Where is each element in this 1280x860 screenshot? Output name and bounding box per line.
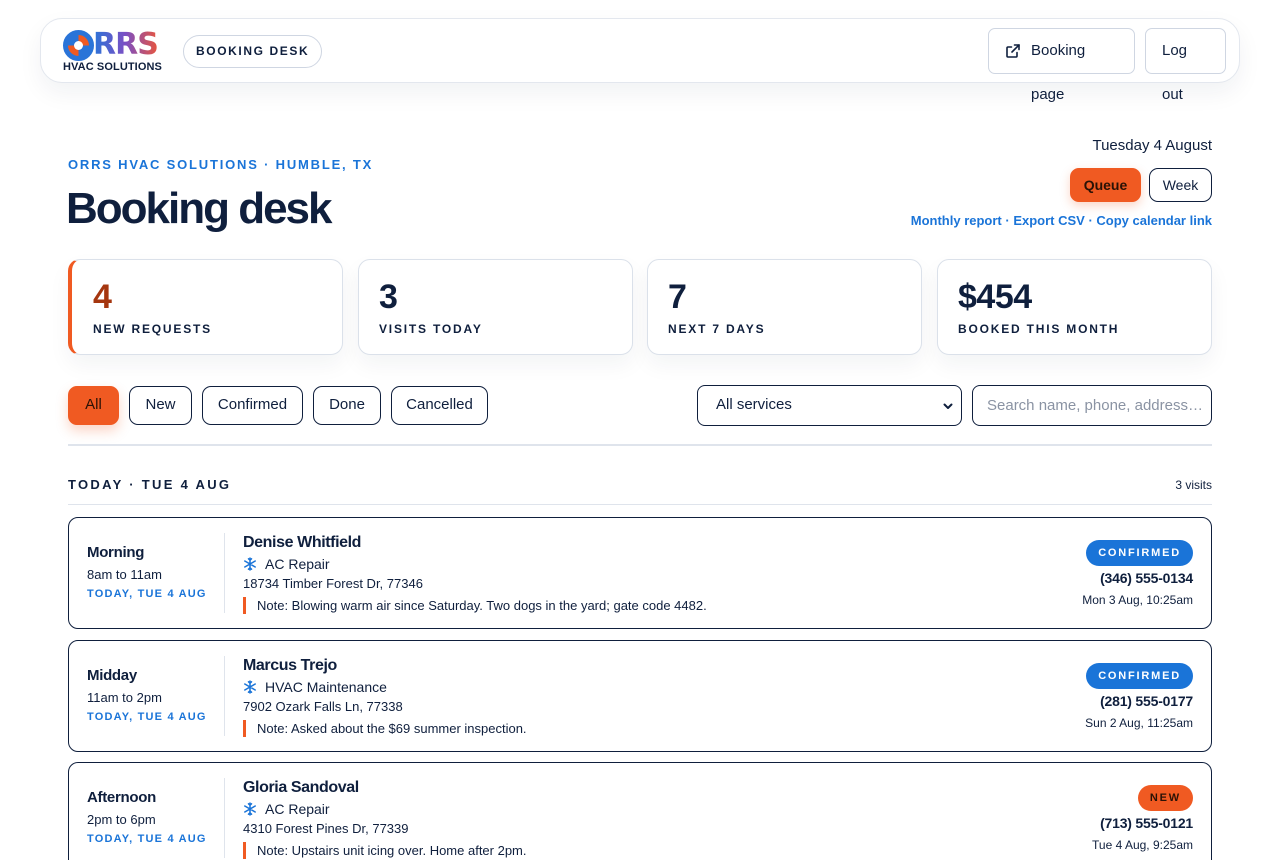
stat-label: NEXT 7 DAYS — [668, 322, 766, 336]
export-csv-link[interactable]: Export CSV — [1013, 213, 1085, 228]
filter-all[interactable]: All — [68, 386, 119, 425]
stat-visits-today: 3 VISITS TODAY — [358, 259, 633, 355]
snowflake-icon — [244, 680, 256, 694]
booking-card[interactable]: Morning 8am to 11am TODAY, TUE 4 AUG Den… — [68, 517, 1212, 629]
stat-label: VISITS TODAY — [379, 322, 483, 336]
slot-time: 8am to 11am — [87, 567, 162, 582]
service-select-value: All services — [716, 396, 792, 413]
snowflake-icon — [244, 802, 256, 816]
customer-phone[interactable]: (346) 555-0134 — [1100, 570, 1193, 586]
card-divider — [224, 533, 225, 613]
booking-note: Note: Upstairs unit icing over. Home aft… — [243, 842, 527, 859]
filter-done[interactable]: Done — [313, 386, 381, 425]
chevron-down-icon — [943, 403, 953, 409]
booking-note: Note: Asked about the $69 summer inspect… — [243, 720, 527, 737]
slot-name: Morning — [87, 544, 145, 561]
filter-new[interactable]: New — [129, 386, 192, 425]
service-label: AC Repair — [265, 556, 330, 572]
service-label: AC Repair — [265, 801, 330, 817]
logout-button[interactable]: Log out — [1145, 28, 1226, 103]
stat-value: 4 — [93, 278, 112, 316]
service-type: HVAC Maintenance — [243, 679, 387, 695]
stat-value: 3 — [379, 278, 398, 316]
top-bar: RRS HVAC SOLUTIONS BOOKING DESK Booking … — [40, 18, 1240, 103]
link-separator: · — [1001, 213, 1014, 228]
search-input[interactable] — [972, 385, 1212, 426]
snowflake-icon — [244, 557, 256, 571]
card-divider — [224, 778, 225, 858]
slot-day: TODAY, TUE 4 AUG — [87, 711, 207, 723]
stat-booked-this-month: $454 BOOKED THIS MONTH — [937, 259, 1212, 355]
stat-label: BOOKED THIS MONTH — [958, 322, 1120, 336]
status-badge: CONFIRMED — [1086, 540, 1193, 566]
brand-wordmark: RRS — [93, 27, 159, 62]
stat-label: NEW REQUESTS — [93, 322, 212, 336]
filter-cancelled[interactable]: Cancelled — [391, 386, 488, 425]
report-links: Monthly report · Export CSV · Copy calen… — [911, 213, 1212, 228]
slot-day: TODAY, TUE 4 AUG — [87, 588, 207, 600]
created-timestamp: Tue 4 Aug, 9:25am — [1092, 838, 1193, 852]
stat-new-requests: 4 NEW REQUESTS — [68, 259, 343, 355]
section-divider — [68, 504, 1212, 505]
booking-page-label: Booking page — [1031, 42, 1086, 103]
section-count: 3 visits — [1175, 478, 1212, 492]
customer-address: 4310 Forest Pines Dr, 77339 — [243, 821, 409, 836]
slot-day: TODAY, TUE 4 AUG — [87, 833, 207, 845]
orrs-logo-icon — [63, 30, 94, 61]
card-divider — [224, 656, 225, 736]
customer-address: 7902 Ozark Falls Ln, 77338 — [243, 699, 403, 714]
booking-card[interactable]: Afternoon 2pm to 6pm TODAY, TUE 4 AUG Gl… — [68, 762, 1212, 860]
customer-name: Marcus Trejo — [243, 657, 337, 674]
monthly-report-link[interactable]: Monthly report — [911, 213, 1002, 228]
slot-time: 11am to 2pm — [87, 690, 162, 705]
filter-confirmed[interactable]: Confirmed — [202, 386, 303, 425]
view-queue-button[interactable]: Queue — [1070, 168, 1141, 202]
filter-divider — [68, 444, 1212, 446]
service-type: AC Repair — [243, 801, 330, 817]
customer-phone[interactable]: (281) 555-0177 — [1100, 693, 1193, 709]
section-title: TODAY · TUE 4 AUG — [68, 477, 232, 492]
booking-card[interactable]: Midday 11am to 2pm TODAY, TUE 4 AUG Marc… — [68, 640, 1212, 752]
created-timestamp: Sun 2 Aug, 11:25am — [1085, 716, 1193, 730]
view-week-button[interactable]: Week — [1149, 168, 1212, 202]
stat-value: $454 — [958, 278, 1032, 316]
created-timestamp: Mon 3 Aug, 10:25am — [1082, 593, 1193, 607]
stat-value: 7 — [668, 278, 687, 316]
copy-calendar-link[interactable]: Copy calendar link — [1096, 213, 1212, 228]
booking-note: Note: Blowing warm air since Saturday. T… — [243, 597, 707, 614]
status-badge: NEW — [1137, 785, 1193, 811]
customer-name: Gloria Sandoval — [243, 779, 359, 796]
customer-name: Denise Whitfield — [243, 534, 362, 551]
brand-logo[interactable]: RRS HVAC SOLUTIONS — [63, 27, 171, 74]
brand-subtitle: HVAC SOLUTIONS — [63, 61, 162, 73]
slot-name: Afternoon — [87, 789, 156, 806]
customer-phone[interactable]: (713) 555-0121 — [1100, 815, 1193, 831]
service-label: HVAC Maintenance — [265, 679, 387, 695]
status-badge: CONFIRMED — [1086, 663, 1193, 689]
current-date: Tuesday 4 August — [1092, 137, 1212, 154]
business-eyebrow: ORRS HVAC SOLUTIONS · HUMBLE, TX — [68, 157, 374, 172]
stat-next-7-days: 7 NEXT 7 DAYS — [647, 259, 922, 355]
booking-desk-pill: BOOKING DESK — [183, 35, 323, 68]
link-separator: · — [1084, 213, 1097, 228]
service-type: AC Repair — [243, 556, 330, 572]
external-link-icon — [1006, 44, 1020, 58]
customer-address: 18734 Timber Forest Dr, 77346 — [243, 576, 423, 591]
service-select[interactable]: All services — [697, 385, 962, 426]
slot-name: Midday — [87, 667, 137, 684]
page-title: Booking desk — [66, 184, 332, 233]
slot-time: 2pm to 6pm — [87, 812, 156, 827]
booking-page-button[interactable]: Booking page — [988, 28, 1135, 103]
